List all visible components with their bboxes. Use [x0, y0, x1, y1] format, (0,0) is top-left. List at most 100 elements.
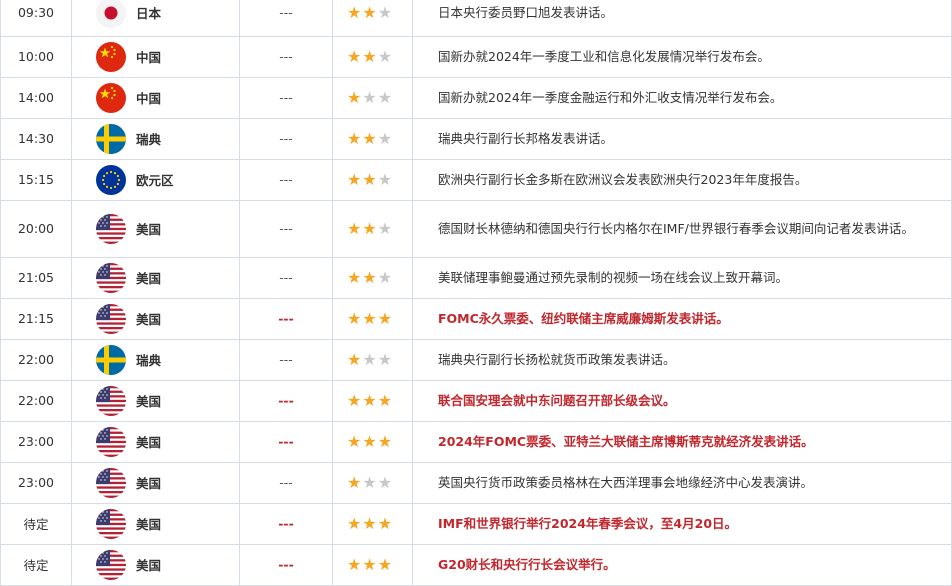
event-row: 10:00 中国 --- ★★★ 国新办就2024年一季度工业和信息化发展情况举行发布会…	[0, 36, 952, 78]
event-value: ---	[239, 159, 333, 201]
star-filled-icon: ★	[362, 170, 378, 189]
event-row: 22:00 美国 --- ★★★ 联合国安理会就中东问题召开部长级会议。	[0, 380, 952, 422]
country-name: 美国	[136, 271, 162, 286]
country-name: 中国	[136, 50, 162, 65]
star-filled-icon: ★	[347, 3, 363, 23]
star-filled-icon: ★	[347, 47, 363, 66]
importance-stars: ★★★	[332, 298, 413, 340]
star-filled-icon: ★	[347, 473, 363, 492]
star-filled-icon: ★	[347, 309, 363, 328]
country-name: 中国	[136, 91, 162, 106]
star-filled-icon: ★	[347, 350, 363, 369]
event-time: 15:15	[0, 159, 72, 201]
event-row: 23:00 美国 --- ★★★ 2024年FOMC票委、亚特兰大联储主席博斯蒂克就经济…	[0, 421, 952, 463]
event-value: ---	[239, 77, 333, 119]
star-empty-icon: ★	[362, 88, 378, 107]
event-time: 23:00	[0, 462, 72, 504]
event-description: 国新办就2024年一季度工业和信息化发展情况举行发布会。	[412, 36, 952, 78]
event-row: 15:15 欧元区 --- ★★★ 欧洲央行副行长金多斯在欧洲议会发表欧洲央行2023年…	[0, 159, 952, 201]
event-description: 德国财长林德纳和德国央行行长内格尔在IMF/世界银行春季会议期间向记者发表讲话。	[412, 200, 952, 258]
flag-jp-icon	[96, 0, 126, 28]
star-filled-icon: ★	[362, 309, 378, 328]
country-name: 美国	[136, 394, 162, 409]
star-filled-icon: ★	[347, 129, 363, 148]
importance-stars: ★★★	[332, 257, 413, 299]
event-time: 10:00	[0, 36, 72, 78]
flag-us-icon	[96, 262, 126, 293]
flag-us-icon	[96, 385, 126, 416]
star-filled-icon: ★	[347, 555, 363, 574]
country-name: 瑞典	[136, 353, 162, 368]
event-country: 中国	[71, 36, 240, 78]
event-time: 14:30	[0, 118, 72, 160]
star-empty-icon: ★	[377, 47, 394, 66]
event-time: 20:00	[0, 200, 72, 258]
event-time: 21:15	[0, 298, 72, 340]
event-row: 09:30 日本 --- ★★★ 日本央行委员野口旭发表讲话。	[0, 0, 952, 37]
event-value: ---	[239, 421, 333, 463]
event-country: 欧元区	[71, 159, 240, 201]
star-filled-icon: ★	[377, 309, 394, 328]
flag-se-icon	[96, 123, 126, 154]
star-filled-icon: ★	[347, 268, 363, 287]
event-description: G20财长和央行行长会议举行。	[412, 544, 952, 586]
star-empty-icon: ★	[377, 88, 394, 107]
event-country: 美国	[71, 421, 240, 463]
country-name: 美国	[136, 476, 162, 491]
star-filled-icon: ★	[362, 514, 378, 533]
importance-stars: ★★★	[332, 544, 413, 586]
event-value: ---	[239, 36, 333, 78]
event-time: 21:05	[0, 257, 72, 299]
event-row: 待定 美国 --- ★★★ IMF和世界银行举行2024年春季会议，至4月20日。	[0, 503, 952, 545]
event-value: ---	[239, 298, 333, 340]
event-row: 21:15 美国 --- ★★★ FOMC永久票委、纽约联储主席威廉姆斯发表讲话。	[0, 298, 952, 340]
event-value: ---	[239, 462, 333, 504]
event-country: 日本	[71, 0, 240, 37]
event-row: 14:00 中国 --- ★★★ 国新办就2024年一季度金融运行和外汇收支情况举行发布…	[0, 77, 952, 119]
event-row: 22:00 瑞典 --- ★★★ 瑞典央行副行长扬松就货币政策发表讲话。	[0, 339, 952, 381]
event-description: 英国央行货币政策委员格林在大西洋理事会地缘经济中心发表演讲。	[412, 462, 952, 504]
star-filled-icon: ★	[362, 555, 378, 574]
event-value: ---	[239, 503, 333, 545]
event-value: ---	[239, 257, 333, 299]
flag-us-icon	[96, 467, 126, 498]
event-value: ---	[239, 0, 333, 37]
importance-stars: ★★★	[332, 462, 413, 504]
event-country: 美国	[71, 380, 240, 422]
star-filled-icon: ★	[362, 47, 378, 66]
importance-stars: ★★★	[332, 36, 413, 78]
event-description: 2024年FOMC票委、亚特兰大联储主席博斯蒂克就经济发表讲话。	[412, 421, 952, 463]
event-time: 22:00	[0, 380, 72, 422]
star-filled-icon: ★	[362, 129, 378, 148]
event-row: 20:00 美国 --- ★★★ 德国财长林德纳和德国央行行长内格尔在IMF/世界银行春…	[0, 200, 952, 258]
importance-stars: ★★★	[332, 339, 413, 381]
event-row: 23:00 美国 --- ★★★ 英国央行货币政策委员格林在大西洋理事会地缘经济中心发表…	[0, 462, 952, 504]
flag-cn-icon	[96, 41, 126, 72]
flag-us-icon	[96, 426, 126, 457]
event-value: ---	[239, 544, 333, 586]
country-name: 美国	[136, 558, 162, 573]
event-description: 欧洲央行副行长金多斯在欧洲议会发表欧洲央行2023年年度报告。	[412, 159, 952, 201]
star-filled-icon: ★	[377, 555, 394, 574]
event-value: ---	[239, 118, 333, 160]
country-name: 欧元区	[136, 173, 174, 188]
importance-stars: ★★★	[332, 421, 413, 463]
importance-stars: ★★★	[332, 0, 413, 37]
event-description: 联合国安理会就中东问题召开部长级会议。	[412, 380, 952, 422]
star-empty-icon: ★	[377, 129, 394, 148]
event-value: ---	[239, 339, 333, 381]
star-empty-icon: ★	[377, 170, 394, 189]
event-description: 瑞典央行副行长扬松就货币政策发表讲话。	[412, 339, 952, 381]
star-filled-icon: ★	[347, 219, 363, 238]
event-country: 美国	[71, 257, 240, 299]
event-country: 瑞典	[71, 118, 240, 160]
event-description: 美联储理事鲍曼通过预先录制的视频一场在线会议上致开幕词。	[412, 257, 952, 299]
event-time: 22:00	[0, 339, 72, 381]
flag-cn-icon	[96, 82, 126, 113]
star-filled-icon: ★	[347, 432, 363, 451]
importance-stars: ★★★	[332, 503, 413, 545]
star-filled-icon: ★	[377, 432, 394, 451]
importance-stars: ★★★	[332, 77, 413, 119]
star-filled-icon: ★	[362, 391, 378, 410]
star-filled-icon: ★	[362, 268, 378, 287]
